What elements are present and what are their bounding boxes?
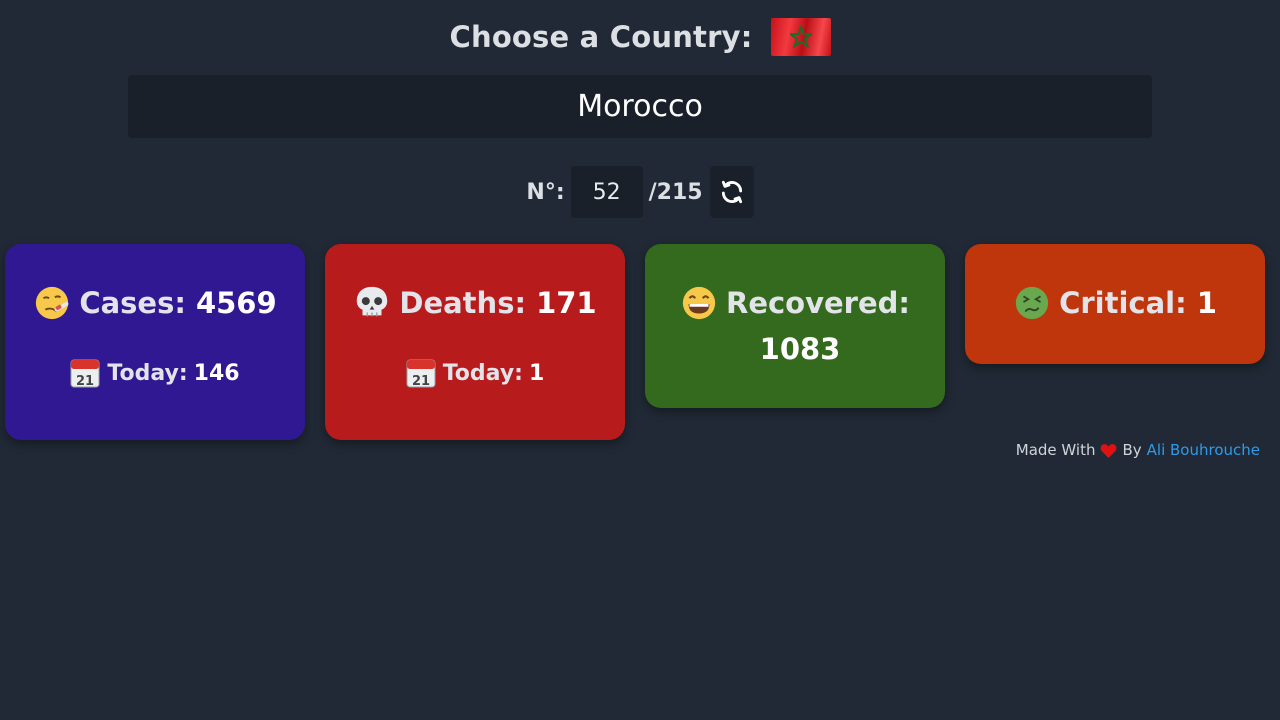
deaths-today: 21 Today: 1 — [325, 358, 625, 388]
country-total: /215 — [648, 179, 703, 205]
sick-face-emoji-icon — [36, 286, 69, 320]
skull-emoji-icon — [357, 286, 388, 317]
morocco-flag-icon — [770, 18, 831, 56]
critical-label: Critical: — [1059, 286, 1187, 320]
refresh-icon — [721, 180, 742, 204]
deaths-today-label: Today: — [442, 360, 523, 386]
deaths-card: Deaths: 171 21 Today: 1 — [325, 244, 625, 440]
svg-text:21: 21 — [76, 374, 94, 388]
author-link[interactable]: Ali Bouhrouche — [1147, 441, 1260, 459]
nauseated-face-emoji-icon — [1015, 286, 1049, 320]
recovered-value: 1083 — [759, 332, 841, 366]
deaths-main: Deaths: 171 — [325, 280, 625, 326]
cases-value: 4569 — [195, 286, 277, 320]
calendar-icon: 21 — [70, 359, 100, 388]
country-select[interactable]: Morocco — [128, 75, 1152, 138]
heart-icon — [1101, 443, 1117, 458]
refresh-button[interactable] — [709, 166, 754, 218]
deaths-today-value: 1 — [528, 360, 545, 386]
number-label: N°: — [526, 179, 565, 205]
cases-label: Cases: — [79, 286, 186, 320]
critical-card: Critical: 1 — [965, 244, 1265, 364]
cases-today-label: Today: — [107, 360, 188, 386]
made-with-text: Made With — [1015, 441, 1096, 459]
critical-main: Critical: 1 — [965, 280, 1265, 326]
deaths-label: Deaths: — [399, 286, 527, 320]
footer-credit: Made With By Ali Bouhrouche — [1016, 441, 1260, 459]
deaths-value: 171 — [536, 286, 597, 320]
page-title: Choose a Country: — [449, 20, 753, 54]
grinning-face-emoji-icon — [682, 286, 716, 320]
page-header: Choose a Country: — [0, 18, 1280, 56]
country-navigator: N°: 52 /215 — [0, 166, 1280, 218]
country-number-input[interactable]: 52 — [570, 166, 643, 218]
recovered-main: Recovered: 1083 — [645, 280, 945, 372]
calendar-icon: 21 — [406, 359, 436, 388]
svg-text:21: 21 — [412, 374, 430, 388]
cases-card: Cases: 4569 21 Today: 146 — [5, 244, 305, 440]
cases-main: Cases: 4569 — [5, 280, 305, 326]
cases-today: 21 Today: 146 — [5, 358, 305, 388]
recovered-card: Recovered: 1083 — [645, 244, 945, 408]
by-text: By — [1122, 441, 1142, 459]
recovered-label: Recovered: — [725, 286, 910, 320]
critical-value: 1 — [1196, 286, 1217, 320]
cases-today-value: 146 — [193, 360, 240, 386]
